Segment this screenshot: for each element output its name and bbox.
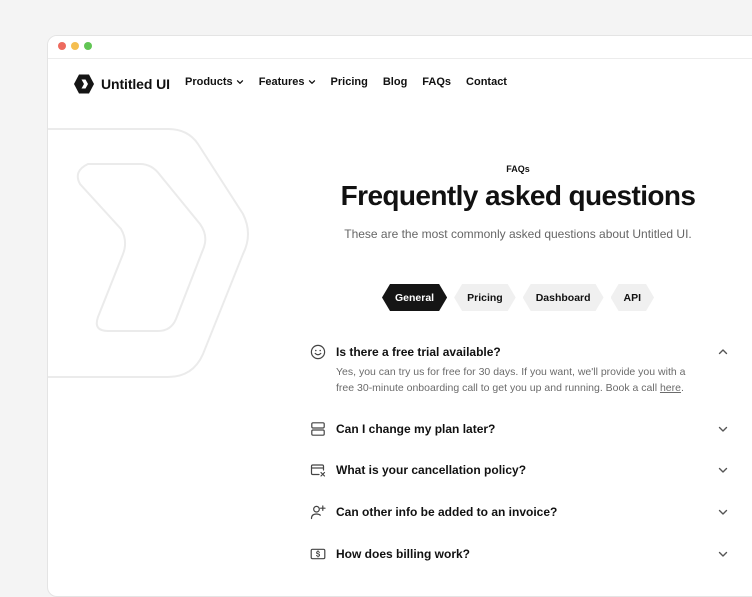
maximize-window-dot[interactable] bbox=[84, 42, 92, 50]
nav-item-contact[interactable]: Contact bbox=[466, 76, 507, 88]
chevron-down-icon bbox=[308, 80, 315, 84]
browser-window: Untitled UI Products Features Pricing Bl… bbox=[47, 35, 752, 597]
nav-item-label: Features bbox=[258, 76, 305, 88]
page-subtitle: These are the most commonly asked questi… bbox=[344, 227, 692, 241]
nav-item-label: Products bbox=[185, 76, 233, 88]
faq-question: What is your cancellation policy? bbox=[336, 463, 527, 477]
faq-question: Can I change my plan later? bbox=[336, 422, 496, 436]
faq-question: Is there a free trial available? bbox=[336, 345, 501, 359]
window-titlebar bbox=[48, 36, 752, 59]
tab-pricing[interactable]: Pricing bbox=[454, 284, 516, 311]
tab-dashboard[interactable]: Dashboard bbox=[523, 284, 604, 311]
faq-question: How does billing work? bbox=[336, 547, 471, 561]
faq-answer-text: Yes, you can try us for free for 30 days… bbox=[336, 366, 686, 394]
smiley-icon bbox=[310, 344, 326, 360]
nav-item-label: Pricing bbox=[330, 76, 368, 88]
chevron-down-icon[interactable] bbox=[716, 422, 730, 436]
top-navigation: Untitled UI Products Features Pricing Bl… bbox=[48, 59, 752, 109]
user-plus-icon bbox=[310, 505, 326, 520]
faq-answer-end: . bbox=[680, 382, 684, 394]
background-chevron-shape bbox=[48, 128, 249, 378]
book-call-link[interactable]: here bbox=[660, 382, 681, 394]
faq-category-tabs: General Pricing Dashboard API bbox=[382, 284, 654, 311]
tab-api[interactable]: API bbox=[611, 284, 655, 311]
brand-logo[interactable]: Untitled UI bbox=[73, 73, 170, 95]
nav-item-blog[interactable]: Blog bbox=[383, 76, 407, 88]
faq-answer: Yes, you can try us for free for 30 days… bbox=[336, 364, 696, 396]
tab-general[interactable]: General bbox=[382, 284, 447, 311]
nav-item-products[interactable]: Products bbox=[185, 76, 244, 88]
faq-question: Can other info be added to an invoice? bbox=[336, 505, 558, 519]
nav-item-label: Contact bbox=[466, 76, 507, 88]
nav-menu: Products Features Pricing Blog FAQs Cont… bbox=[185, 76, 507, 88]
chevron-down-icon bbox=[236, 80, 243, 84]
nav-item-pricing[interactable]: Pricing bbox=[331, 76, 368, 88]
nav-item-label: FAQs bbox=[422, 76, 452, 88]
card-cancel-icon bbox=[310, 464, 326, 477]
minimize-window-dot[interactable] bbox=[71, 42, 79, 50]
chevron-up-icon[interactable] bbox=[716, 345, 730, 359]
chevron-down-icon[interactable] bbox=[716, 547, 730, 561]
chevron-down-icon[interactable] bbox=[716, 463, 730, 477]
nav-item-label: Blog bbox=[382, 76, 408, 88]
dollar-bill-icon bbox=[310, 548, 326, 560]
server-icon bbox=[311, 422, 325, 436]
brand-name: Untitled UI bbox=[101, 76, 170, 92]
close-window-dot[interactable] bbox=[58, 42, 66, 50]
chevron-down-icon[interactable] bbox=[716, 505, 730, 519]
nav-item-features[interactable]: Features bbox=[259, 76, 316, 88]
section-eyebrow: FAQs bbox=[506, 164, 530, 174]
logo-mark-icon bbox=[74, 74, 94, 94]
page-title: Frequently asked questions bbox=[340, 180, 696, 211]
nav-item-faqs[interactable]: FAQs bbox=[422, 76, 451, 88]
